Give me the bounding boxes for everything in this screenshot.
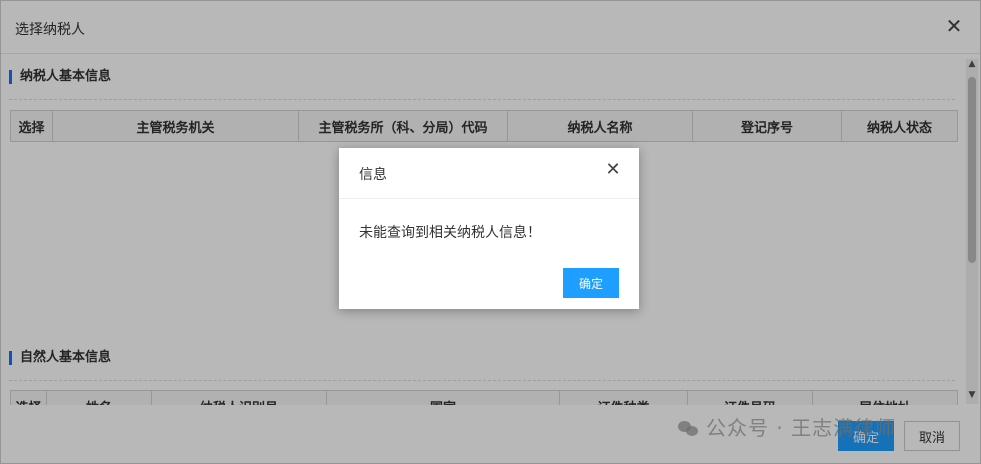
- dialog-divider: [339, 198, 639, 199]
- dialog-close-icon[interactable]: ✕: [603, 160, 623, 180]
- wechat-icon: [678, 419, 700, 437]
- dialog-confirm-button[interactable]: 确定: [563, 268, 619, 298]
- dialog-message: 未能查询到相关纳税人信息！: [359, 225, 541, 241]
- dialog-title: 信息: [359, 167, 387, 183]
- info-dialog: 信息 ✕ 未能查询到相关纳税人信息！ 确定: [339, 148, 639, 309]
- watermark-text: 公众号 · 王志满律师: [706, 416, 897, 440]
- watermark: 公众号 · 王志满律师: [678, 412, 896, 441]
